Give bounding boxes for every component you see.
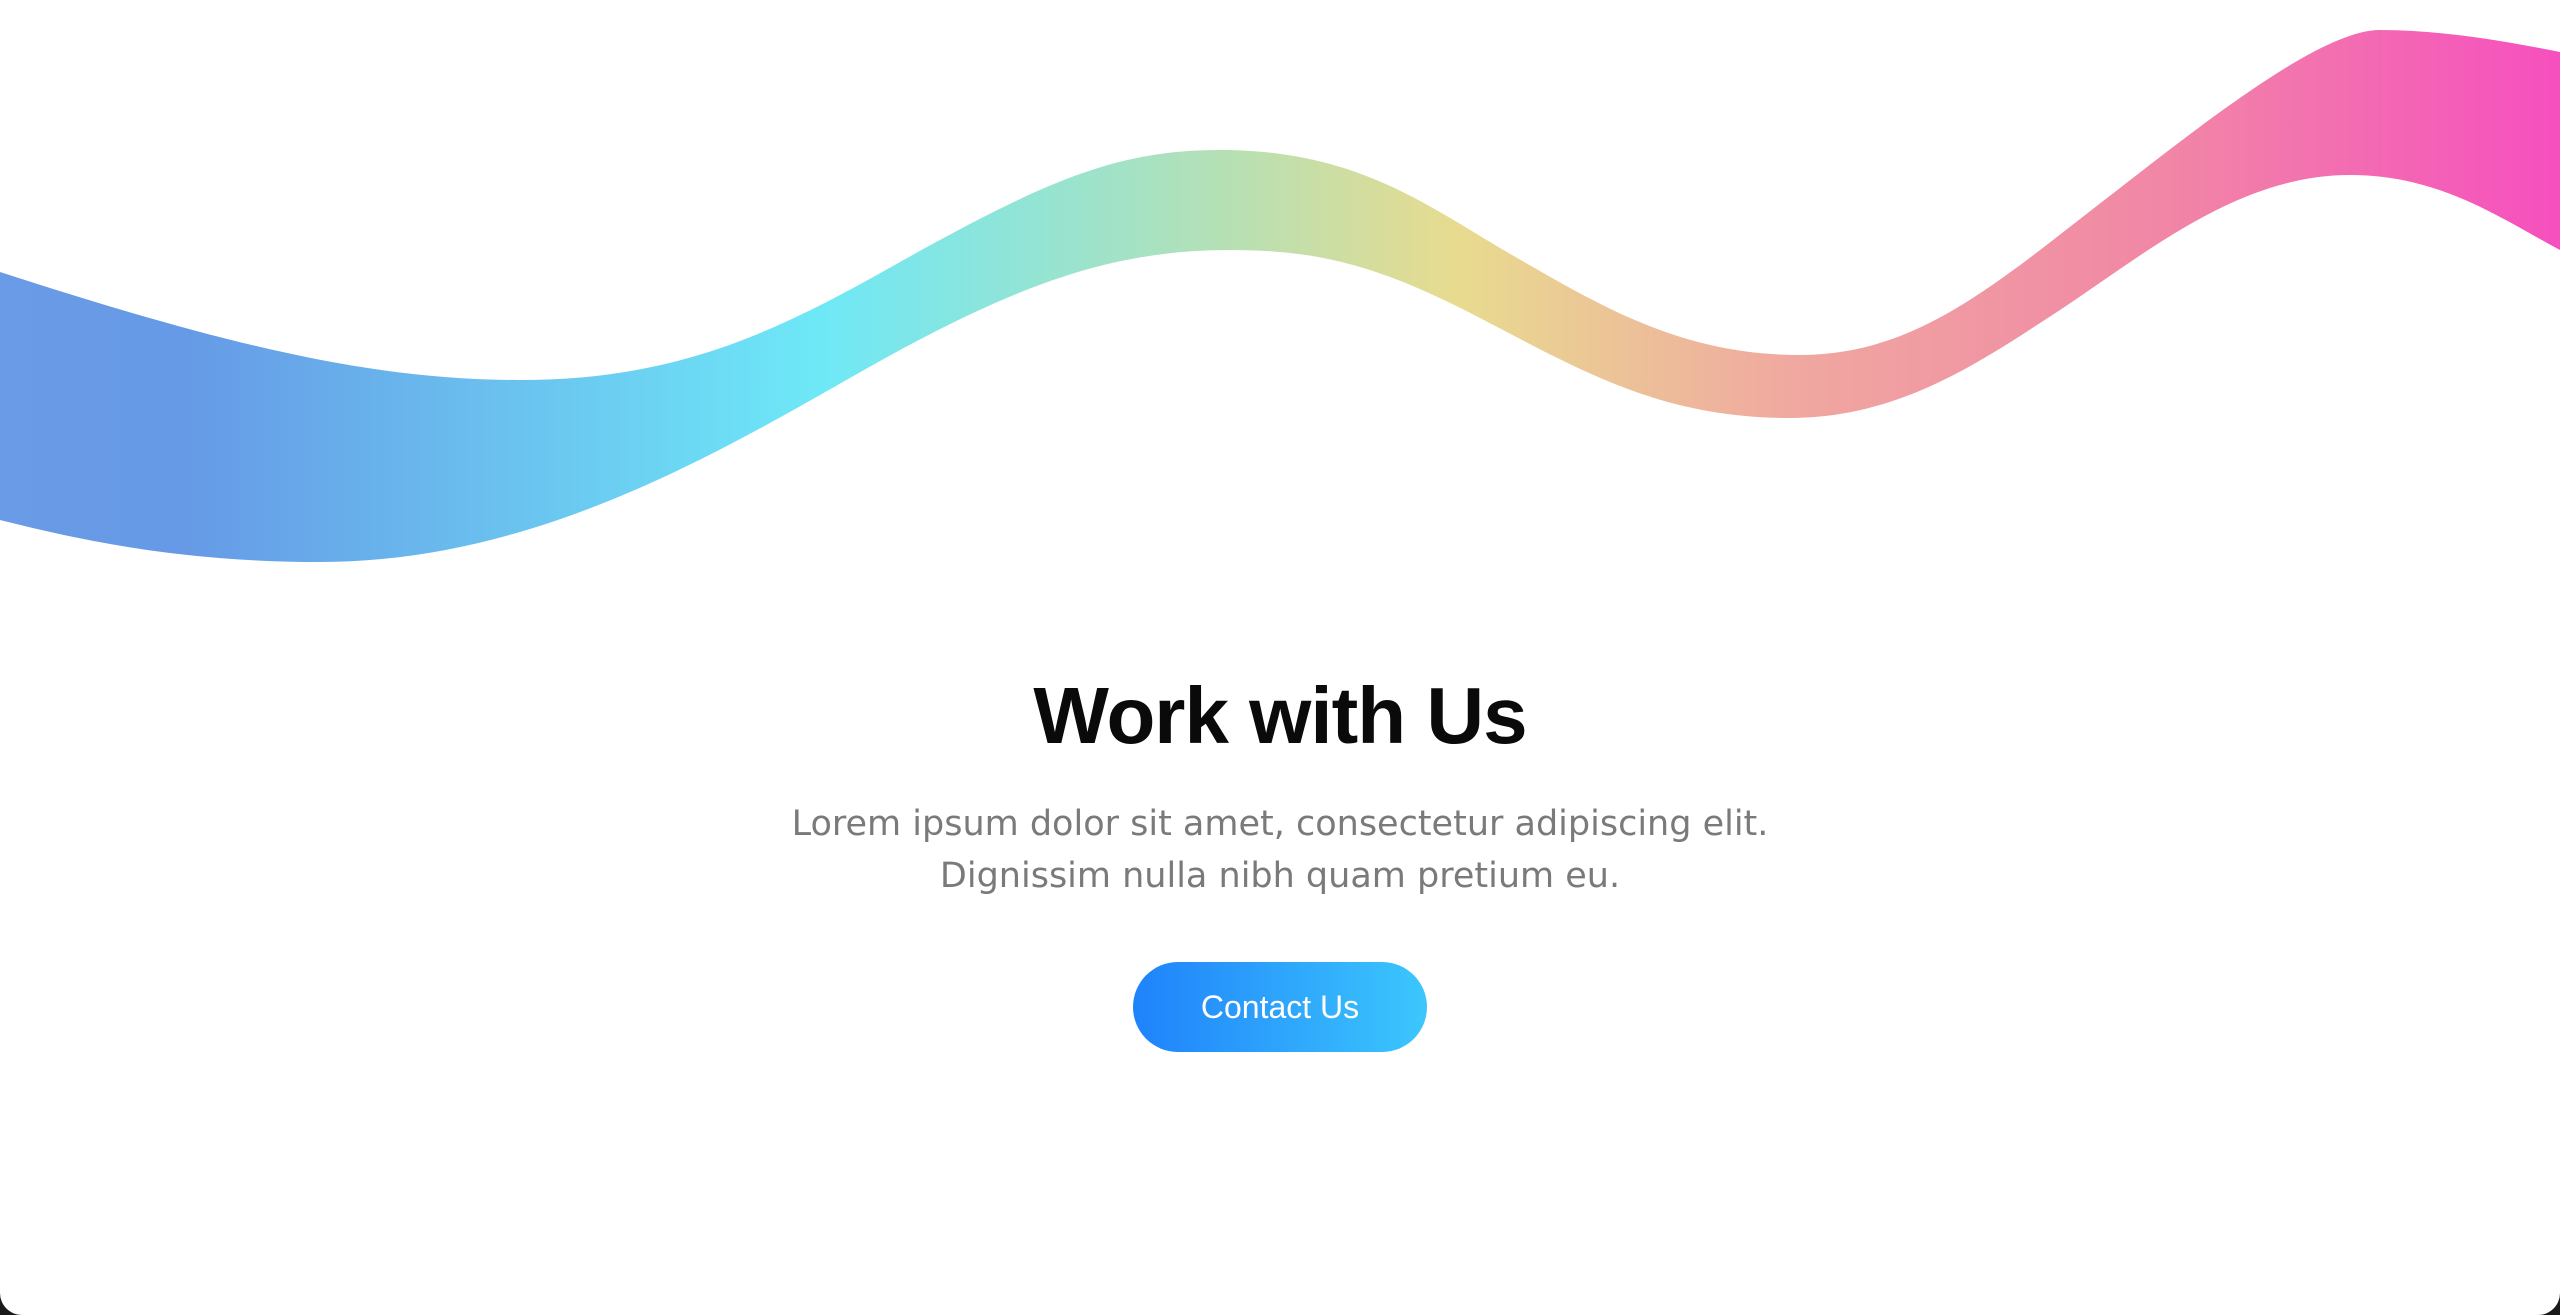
page-title: Work with Us	[1033, 671, 1527, 760]
decorative-gradient-wave	[0, 30, 2560, 562]
hero-subtitle: Lorem ipsum dolor sit amet, consectetur …	[730, 798, 1830, 902]
contact-us-button[interactable]: Contact Us	[1133, 962, 1427, 1052]
hero-subtitle-line-1: Lorem ipsum dolor sit amet, consectetur …	[791, 804, 1769, 844]
hero-subtitle-line-2: Dignissim nulla nibh quam pretium eu.	[939, 856, 1621, 896]
wave-band	[0, 30, 2560, 562]
hero-section: Work with Us Lorem ipsum dolor sit amet,…	[0, 660, 2560, 1052]
page: Work with Us Lorem ipsum dolor sit amet,…	[0, 0, 2560, 1315]
